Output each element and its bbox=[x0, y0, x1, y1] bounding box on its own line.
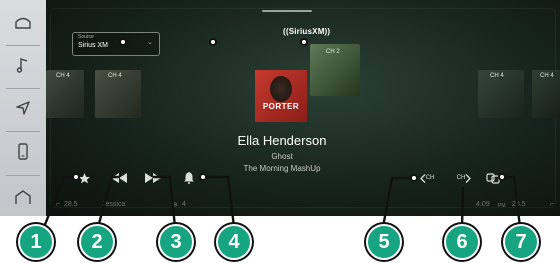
siriusxm-logo: ((SiriusXM)) bbox=[283, 27, 331, 36]
callout-dot bbox=[72, 173, 80, 181]
callout-dot bbox=[498, 173, 506, 181]
user-name: Jessica bbox=[102, 201, 126, 208]
side-rail bbox=[0, 0, 46, 216]
fast-forward-button[interactable] bbox=[144, 170, 162, 186]
bell-icon bbox=[184, 172, 194, 184]
callout-badge-4: 4 bbox=[216, 224, 252, 260]
pull-down-handle[interactable] bbox=[262, 10, 312, 12]
hotspot-marker bbox=[209, 38, 217, 46]
show-name: The Morning MashUp bbox=[243, 164, 321, 173]
album-art: PORTER bbox=[255, 70, 307, 122]
next-channel-button[interactable]: CH bbox=[452, 171, 476, 185]
phone-button[interactable] bbox=[8, 137, 38, 167]
artist-name: Ella Henderson bbox=[237, 133, 327, 148]
navigation-arrow-icon bbox=[16, 101, 30, 115]
source-caption: Source bbox=[78, 34, 94, 40]
rail-divider bbox=[6, 45, 40, 46]
clock: 4:09 bbox=[476, 201, 490, 208]
home-outline-button[interactable] bbox=[8, 182, 38, 212]
rail-divider bbox=[6, 88, 40, 89]
music-note-icon bbox=[16, 58, 28, 73]
callout-badge-3: 3 bbox=[158, 224, 194, 260]
channel-tile-label: CH 4 bbox=[540, 73, 554, 79]
home-icon bbox=[15, 17, 31, 29]
hotspot-marker bbox=[300, 38, 308, 46]
fan-icon[interactable]: ❄ bbox=[172, 201, 178, 209]
chevron-down-icon: ⌄ bbox=[147, 39, 153, 46]
callout-badge-6: 6 bbox=[444, 224, 480, 260]
source-value: Sirius XM bbox=[78, 42, 108, 49]
song-title: Ghost bbox=[271, 152, 293, 161]
channel-tile-label: CH 4 bbox=[56, 73, 70, 79]
next-channel-label: CH bbox=[456, 175, 466, 181]
fan-speed[interactable]: 4 bbox=[182, 201, 186, 208]
channel-tile-label: CH 4 bbox=[490, 73, 504, 79]
callout-badge-5: 5 bbox=[366, 224, 402, 260]
chevron-right-icon bbox=[465, 173, 472, 183]
fast-forward-icon bbox=[145, 173, 161, 183]
temperature-right[interactable]: 28.5 bbox=[512, 201, 526, 208]
navigation-button[interactable] bbox=[8, 93, 38, 123]
rewind-icon bbox=[111, 173, 127, 183]
phone-icon bbox=[18, 143, 28, 160]
callout-badge-2: 2 bbox=[79, 224, 115, 260]
previous-channel-label: CH bbox=[425, 175, 435, 181]
temperature-left[interactable]: 28.5 bbox=[64, 201, 78, 208]
hotspot-marker bbox=[119, 38, 127, 46]
callout-dot bbox=[410, 174, 418, 182]
seat-heat-icon[interactable]: ⌐ bbox=[56, 201, 60, 208]
alert-button[interactable] bbox=[182, 170, 196, 186]
callout-badge-1: 1 bbox=[18, 224, 54, 260]
seat-heat-right-icon[interactable]: ⌐ bbox=[550, 201, 554, 208]
media-button[interactable] bbox=[8, 50, 38, 80]
album-art-title: PORTER bbox=[262, 102, 300, 111]
rail-divider bbox=[6, 131, 40, 132]
callout-dot bbox=[199, 173, 207, 181]
home-button[interactable] bbox=[8, 8, 38, 38]
callout-badge-7: 7 bbox=[503, 224, 539, 260]
channel-tile-label: CH 4 bbox=[108, 73, 122, 79]
artist-portrait bbox=[270, 76, 292, 102]
rewind-button[interactable] bbox=[110, 170, 128, 186]
status-bar: ⌐ 28.5 Jessica ❄ 4 4:09 PM 28.5 ⌐ bbox=[46, 198, 560, 216]
rail-divider bbox=[6, 175, 40, 176]
home-outline-icon bbox=[15, 190, 31, 204]
channel-tile-label: CH 2 bbox=[326, 49, 340, 55]
source-dropdown[interactable]: Source Sirius XM ⌄ bbox=[72, 32, 160, 56]
clock-period: PM bbox=[498, 203, 506, 209]
figure: Source Sirius XM ⌄ ((SiriusXM)) CH 4 CH … bbox=[0, 0, 560, 263]
